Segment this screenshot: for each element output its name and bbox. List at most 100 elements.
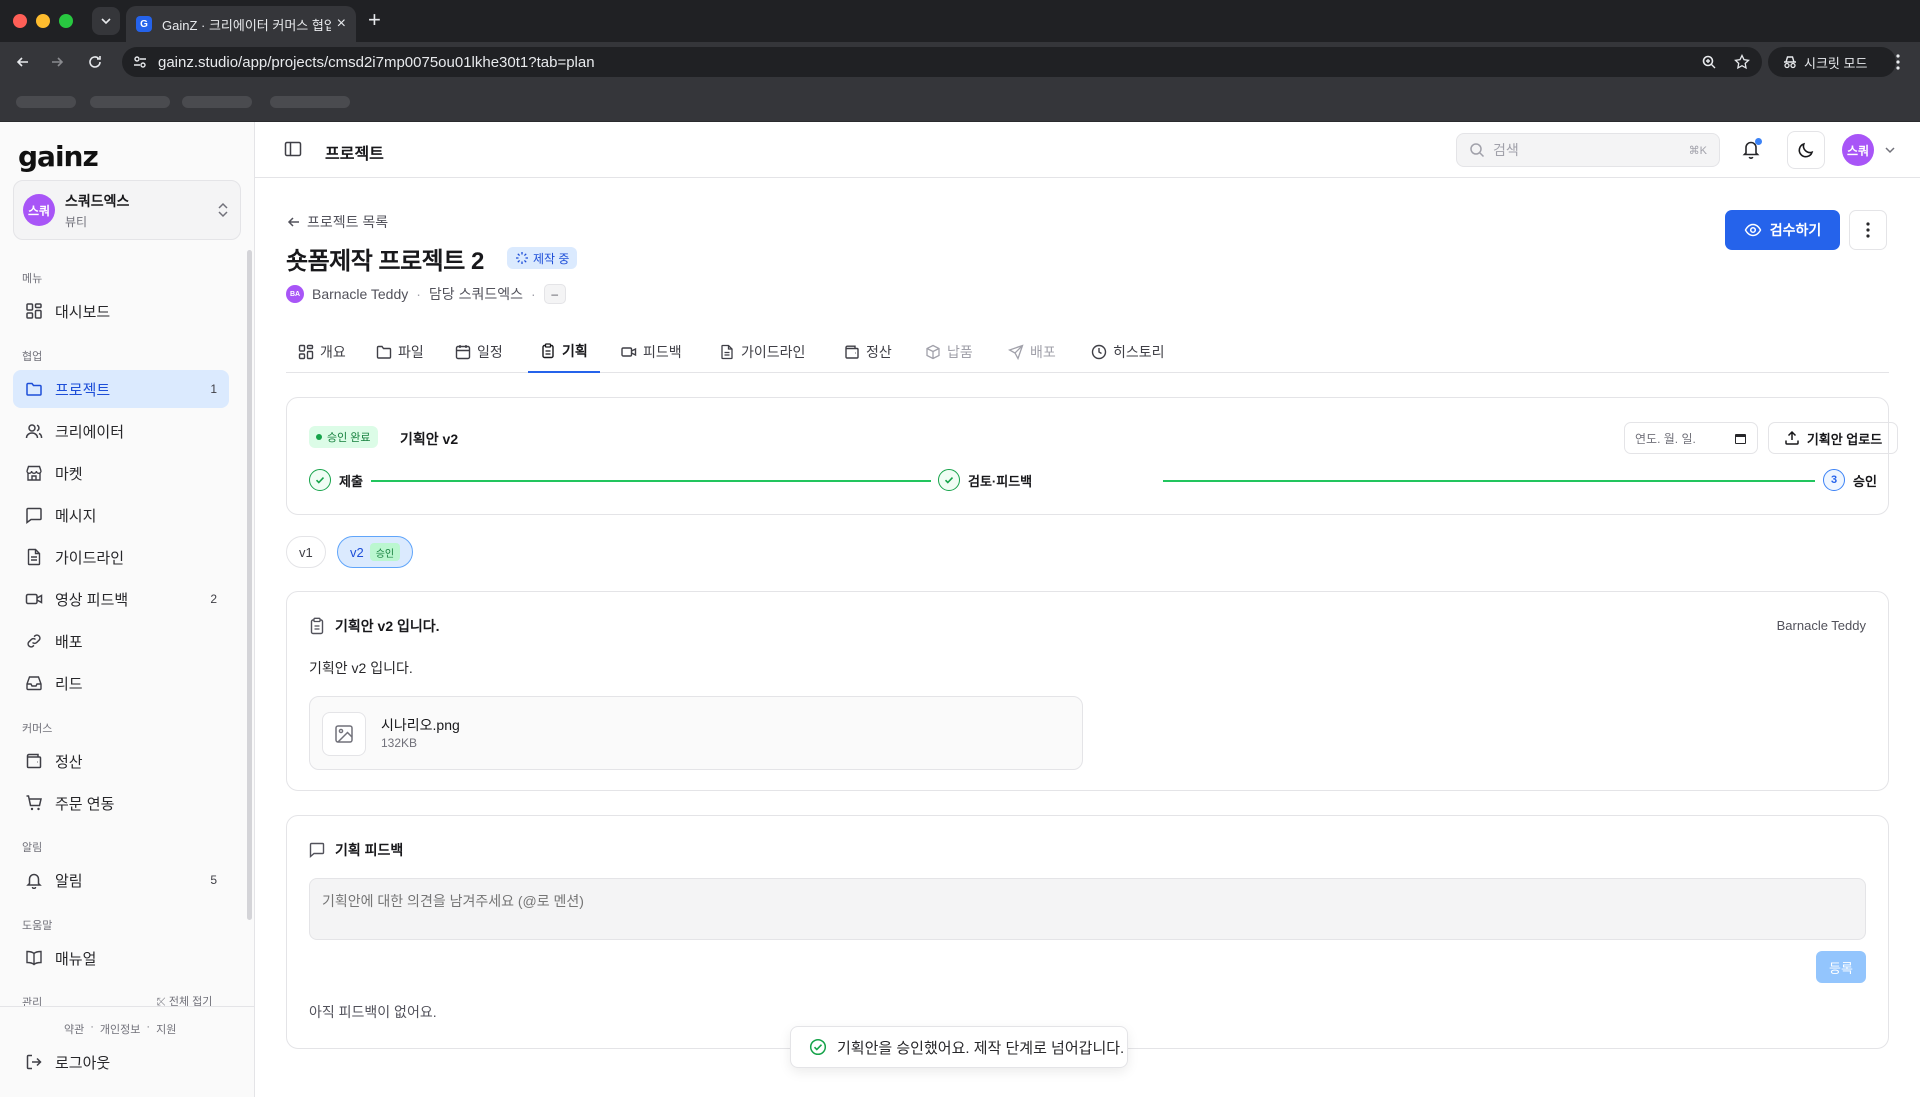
- close-tab-icon[interactable]: ×: [337, 15, 346, 33]
- logout-button[interactable]: 로그아웃: [13, 1043, 229, 1081]
- project-tabs: 개요 파일 일정 기획 피드백 가이드라인 정산 납품 배포 히스토리: [286, 331, 1889, 373]
- tab-files[interactable]: 파일: [364, 331, 436, 373]
- sidebar-item-notifications[interactable]: 알림 5: [13, 861, 229, 899]
- browser-menu-button[interactable]: [1890, 51, 1906, 73]
- upload-plan-button[interactable]: 기획안 업로드: [1768, 422, 1898, 454]
- meta-separator: ·: [416, 286, 421, 302]
- bookmark-item[interactable]: [90, 96, 170, 108]
- version-chip-v2[interactable]: v2 승인: [337, 536, 414, 568]
- folder-icon: [26, 382, 42, 396]
- privacy-link[interactable]: 개인정보: [100, 1021, 140, 1037]
- package-icon: [926, 344, 940, 360]
- attachment-file[interactable]: 시나리오.png 132KB: [309, 696, 1083, 770]
- tab-schedule[interactable]: 일정: [443, 331, 515, 373]
- reload-button[interactable]: [83, 50, 107, 74]
- tab-guidelines[interactable]: 가이드라인: [707, 331, 817, 373]
- version-chip-v1[interactable]: v1: [286, 536, 326, 568]
- user-menu-chevron[interactable]: [1884, 144, 1896, 156]
- tab-label: 개요: [320, 344, 346, 360]
- sidebar-scrollbar[interactable]: [247, 250, 252, 920]
- sidebar-item-settlement[interactable]: 정산: [13, 742, 229, 780]
- status-dot: [316, 434, 322, 440]
- incognito-indicator[interactable]: 시크릿 모드: [1768, 47, 1896, 77]
- sidebar-item-distribution[interactable]: 배포: [13, 622, 229, 660]
- sidebar-item-label: 마켓: [55, 465, 83, 483]
- search-input[interactable]: 검색 ⌘K: [1456, 133, 1720, 167]
- tab-label: 피드백: [643, 344, 682, 360]
- empty-feedback-text: 아직 피드백이 없어요.: [309, 1004, 437, 1020]
- new-tab-button[interactable]: +: [368, 9, 381, 31]
- close-window-button[interactable]: [13, 14, 27, 28]
- step-label: 제출: [339, 473, 363, 489]
- store-icon: [26, 465, 42, 481]
- gainz-logo[interactable]: gainz: [18, 140, 99, 173]
- tab-feedback[interactable]: 피드백: [609, 331, 694, 373]
- more-actions-button[interactable]: [1849, 210, 1887, 250]
- sidebar-item-projects[interactable]: 프로젝트 1: [13, 370, 229, 408]
- extra-meta-button[interactable]: –: [543, 284, 566, 304]
- tab-history[interactable]: 히스토리: [1079, 331, 1177, 373]
- sidebar-item-messages[interactable]: 메시지: [13, 496, 229, 534]
- browser-tab[interactable]: G GainZ · 크리에이터 커머스 협업 C ×: [126, 6, 356, 42]
- section-label-alerts: 알림: [22, 842, 43, 854]
- org-switcher[interactable]: 스쿼 스쿼드엑스 뷰티: [13, 180, 241, 240]
- sidebar-item-guidelines[interactable]: 가이드라인: [13, 538, 229, 576]
- reload-icon: [89, 56, 101, 68]
- section-label-collab: 협업: [22, 351, 43, 363]
- tab-overview[interactable]: 개요: [286, 331, 358, 373]
- bookmark-item[interactable]: [182, 96, 252, 108]
- back-button[interactable]: [11, 50, 35, 74]
- tab-settlement[interactable]: 정산: [832, 331, 904, 373]
- maximize-window-button[interactable]: [59, 14, 73, 28]
- user-menu-button[interactable]: 스쿼: [1842, 134, 1874, 166]
- sidebar-item-label: 대시보드: [55, 303, 111, 321]
- sidebar-item-manual[interactable]: 매뉴얼: [13, 939, 229, 977]
- more-vertical-icon: [1896, 54, 1900, 70]
- feedback-textarea[interactable]: [309, 878, 1866, 940]
- calendar-icon: [1735, 433, 1746, 444]
- link-icon: [27, 634, 41, 648]
- wallet-icon: [845, 345, 859, 359]
- toggle-sidebar-button[interactable]: [284, 140, 302, 158]
- sidebar-item-market[interactable]: 마켓: [13, 454, 229, 492]
- panel-left-icon: [284, 141, 302, 157]
- shopping-cart-icon: [26, 795, 42, 811]
- sidebar-item-order-sync[interactable]: 주문 연동: [13, 784, 229, 822]
- sidebar-item-leads[interactable]: 리드: [13, 664, 229, 702]
- zoom-icon[interactable]: [1701, 54, 1717, 70]
- bookmark-item[interactable]: [270, 96, 350, 108]
- sidebar-item-dashboard[interactable]: 대시보드: [13, 292, 229, 330]
- address-bar[interactable]: gainz.studio/app/projects/cmsd2i7mp0075o…: [122, 47, 1762, 77]
- minimize-window-button[interactable]: [36, 14, 50, 28]
- submit-feedback-button[interactable]: 등록: [1816, 951, 1866, 983]
- tab-label: 히스토리: [1113, 344, 1165, 360]
- sidebar-item-video-feedback[interactable]: 영상 피드백 2: [13, 580, 229, 618]
- tab-delivery[interactable]: 납품: [913, 331, 985, 373]
- site-settings-icon[interactable]: [132, 54, 148, 70]
- count-badge: 5: [210, 873, 217, 887]
- arrow-left-icon: [287, 217, 299, 227]
- review-button[interactable]: 검수하기: [1725, 210, 1840, 250]
- logout-label: 로그아웃: [55, 1054, 111, 1072]
- sidebar-item-label: 메시지: [55, 507, 97, 525]
- sidebar-item-creators[interactable]: 크리에이터: [13, 412, 229, 450]
- tab-distribution[interactable]: 배포: [996, 331, 1068, 373]
- date-input[interactable]: 연도. 월. 일.: [1624, 422, 1758, 454]
- section-label-commerce: 커머스: [22, 723, 53, 735]
- forward-button[interactable]: [45, 50, 69, 74]
- bookmark-star-icon[interactable]: [1734, 54, 1750, 70]
- sidebar-item-label: 매뉴얼: [55, 950, 97, 968]
- version-approved-tag: 승인: [369, 543, 401, 561]
- back-to-projects-link[interactable]: 프로젝트 목록: [287, 212, 388, 232]
- step-connector: [1163, 480, 1815, 482]
- terms-link[interactable]: 약관: [64, 1021, 84, 1037]
- tab-search-button[interactable]: [92, 7, 120, 35]
- tab-plan[interactable]: 기획: [528, 331, 600, 373]
- bookmark-item[interactable]: [16, 96, 76, 108]
- theme-toggle-button[interactable]: [1787, 131, 1825, 169]
- support-link[interactable]: 지원: [156, 1021, 176, 1037]
- video-icon: [621, 347, 637, 357]
- meta-separator: ·: [530, 286, 536, 302]
- creator-name[interactable]: Barnacle Teddy: [312, 286, 408, 302]
- sidebar-item-label: 영상 피드백: [55, 591, 129, 609]
